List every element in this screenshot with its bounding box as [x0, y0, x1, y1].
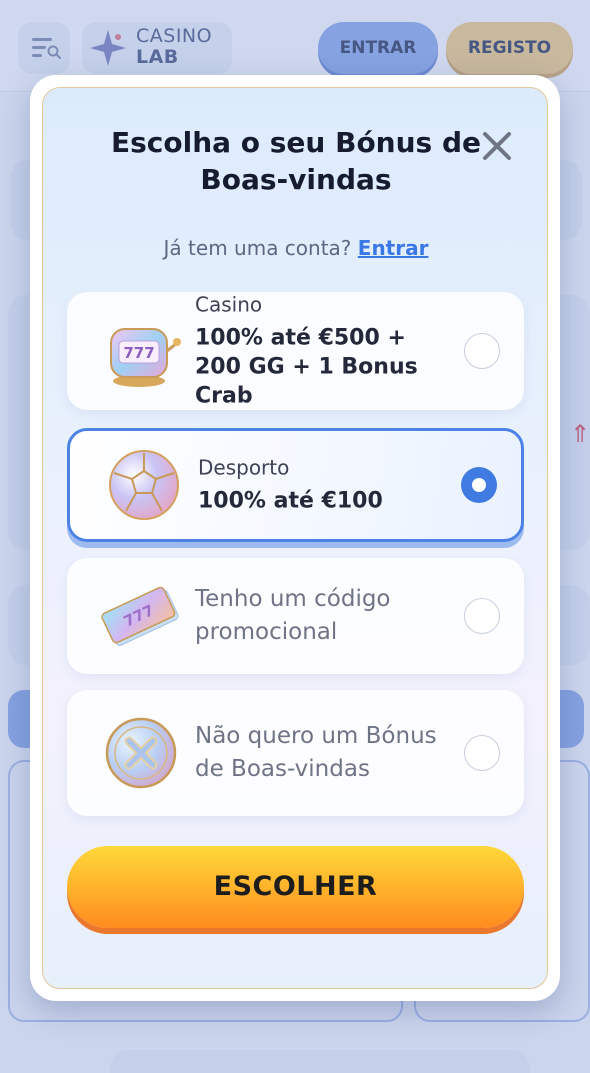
- login-link[interactable]: Entrar: [358, 236, 429, 260]
- bonus-option-casino[interactable]: 777 Casino 100% até €500 + 200 GG + 1 Bo…: [67, 292, 524, 410]
- option-description: 100% até €500 + 200 GG + 1 Bonus Crab: [195, 325, 418, 409]
- radio-casino[interactable]: [464, 333, 500, 369]
- account-prompt: Já tem uma conta? Entrar: [163, 236, 429, 260]
- option-label: Casino: [195, 292, 263, 317]
- choose-button[interactable]: ESCOLHER: [67, 846, 524, 928]
- option-label: Desporto: [198, 455, 290, 480]
- close-icon[interactable]: [479, 128, 515, 164]
- x-coin-icon: [105, 717, 177, 789]
- svg-text:777: 777: [123, 344, 154, 362]
- radio-sport[interactable]: [461, 467, 497, 503]
- bonus-option-no-bonus[interactable]: Não quero um Bónus de Boas-vindas: [67, 690, 524, 816]
- radio-promo-code[interactable]: [464, 598, 500, 634]
- modal-title: Escolha o seu Bónus de Boas-vindas: [110, 126, 481, 196]
- bonus-option-sport[interactable]: Desporto 100% até €100: [67, 428, 524, 542]
- option-description: 100% até €100: [198, 488, 383, 514]
- tickets-777-icon: 777: [101, 586, 179, 646]
- option-label: Tenho um código promocional: [195, 586, 391, 645]
- option-label: Não quero um Bónus de Boas-vindas: [195, 723, 437, 782]
- slot-machine-icon: 777: [110, 328, 181, 387]
- welcome-bonus-modal: Escolha o seu Bónus de Boas-vindas Já te…: [30, 75, 560, 1001]
- radio-no-bonus[interactable]: [464, 735, 500, 771]
- soccer-ball-icon: [109, 450, 179, 520]
- bonus-option-promo-code[interactable]: 777 Tenho um código promocional: [67, 558, 524, 674]
